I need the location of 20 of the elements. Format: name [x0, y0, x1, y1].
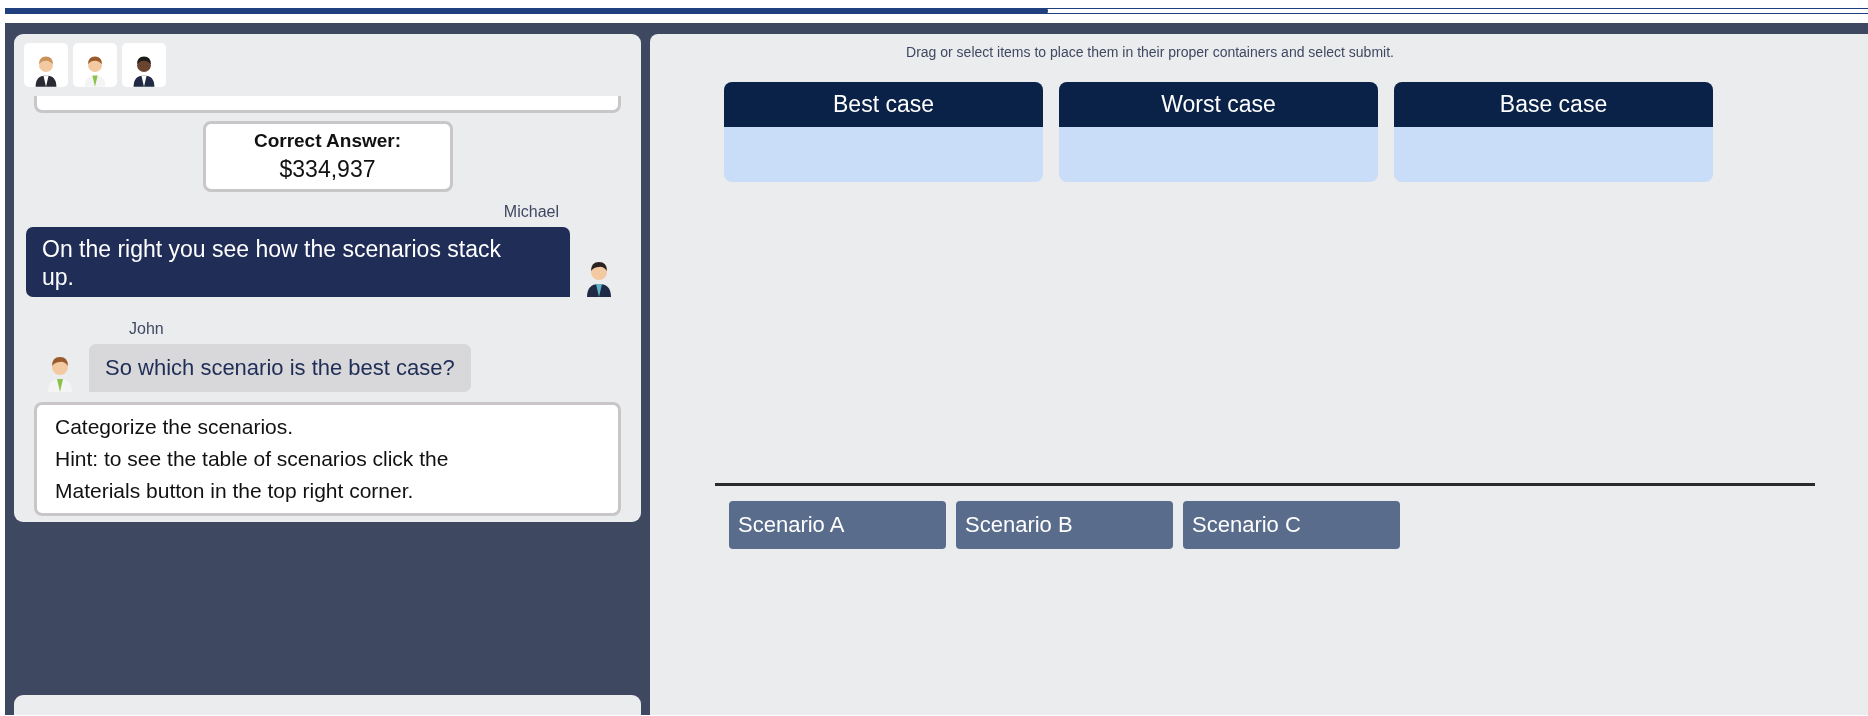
container-header: Best case: [724, 82, 1043, 127]
chat-bubble: So which scenario is the best case?: [89, 344, 471, 392]
speaker-name: John: [129, 320, 165, 338]
avatar-button[interactable]: [24, 43, 68, 87]
container-header: Worst case: [1059, 82, 1378, 127]
avatar-button[interactable]: [122, 43, 166, 87]
chat-bubble: On the right you see how the scenarios stack up.: [26, 227, 570, 297]
prompt-text: Categorize the scenarios.: [55, 414, 295, 440]
speaker-name: Michael: [503, 203, 559, 221]
instruction-text: Drag or select items to place them in their proper containers and select submit.: [905, 44, 1395, 60]
prompt-text: Hint: to see the table of scenarios click the Materials button in the top right corner.: [55, 446, 450, 504]
drag-item[interactable]: Scenario B: [956, 501, 1173, 549]
container-header: Base case: [1394, 82, 1713, 127]
drop-container[interactable]: Base case: [1394, 82, 1713, 182]
drop-container[interactable]: Best case: [724, 82, 1043, 182]
drag-item[interactable]: Scenario C: [1183, 501, 1400, 549]
drop-container[interactable]: Worst case: [1059, 82, 1378, 182]
drag-item[interactable]: Scenario A: [729, 501, 946, 549]
answer-title: Correct Answer:: [252, 130, 403, 152]
answer-value: $334,937: [278, 156, 377, 183]
